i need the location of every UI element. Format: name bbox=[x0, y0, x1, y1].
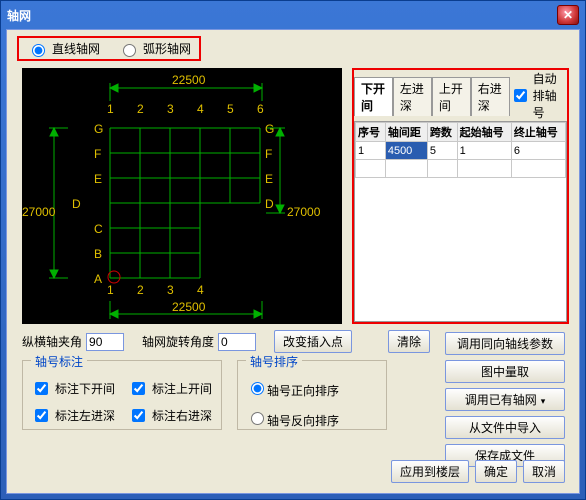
chk-left-depth[interactable]: 标注左进深 bbox=[31, 406, 116, 425]
input-rotate-angle[interactable] bbox=[218, 333, 256, 351]
radio-arc[interactable] bbox=[123, 44, 136, 57]
svg-text:D: D bbox=[265, 197, 274, 211]
svg-text:F: F bbox=[94, 147, 101, 161]
col-start: 起始轴号 bbox=[457, 123, 511, 142]
span-table-panel: 下开间 左进深 上开间 右进深 自动排轴号 序号 轴间距 跨数 起始轴号 终止轴… bbox=[352, 68, 569, 324]
svg-text:2: 2 bbox=[137, 283, 144, 297]
close-icon: ✕ bbox=[563, 8, 573, 22]
axis-sort-group: 轴号排序 轴号正向排序 轴号反向排序 bbox=[237, 360, 387, 430]
svg-text:27000: 27000 bbox=[22, 205, 56, 219]
radio-linear[interactable] bbox=[32, 44, 45, 57]
change-insert-point-button[interactable]: 改变插入点 bbox=[274, 330, 352, 353]
svg-text:22500: 22500 bbox=[172, 73, 206, 87]
clear-button[interactable]: 清除 bbox=[388, 330, 430, 353]
col-count: 跨数 bbox=[427, 123, 457, 142]
ok-button[interactable]: 确定 bbox=[475, 460, 517, 483]
label-rotate-angle: 轴网旋转角度 bbox=[142, 333, 214, 350]
label-arc: 弧形轴网 bbox=[143, 40, 191, 57]
btn-import-from-file[interactable]: 从文件中导入 bbox=[445, 416, 565, 439]
auto-number-checkbox[interactable]: 自动排轴号 bbox=[510, 70, 567, 121]
input-cross-angle[interactable] bbox=[86, 333, 124, 351]
svg-text:B: B bbox=[94, 247, 102, 261]
svg-text:E: E bbox=[94, 172, 102, 186]
label-linear: 直线轴网 bbox=[52, 40, 100, 57]
svg-text:A: A bbox=[94, 272, 102, 286]
svg-text:4: 4 bbox=[197, 102, 204, 116]
cancel-button[interactable]: 取消 bbox=[523, 460, 565, 483]
svg-text:4: 4 bbox=[197, 283, 204, 297]
svg-text:5: 5 bbox=[227, 102, 234, 116]
chk-lower-span[interactable]: 标注下开间 bbox=[31, 379, 116, 398]
btn-measure-from-drawing[interactable]: 图中量取 bbox=[445, 360, 565, 383]
chk-right-depth[interactable]: 标注右进深 bbox=[128, 406, 213, 425]
chevron-down-icon: ▾ bbox=[541, 396, 546, 406]
cell-end[interactable]: 6 bbox=[511, 142, 565, 160]
apply-to-floor-button[interactable]: 应用到楼层 bbox=[391, 460, 469, 483]
col-seq: 序号 bbox=[356, 123, 386, 142]
auto-number-input[interactable] bbox=[514, 89, 527, 102]
span-table[interactable]: 序号 轴间距 跨数 起始轴号 终止轴号 1 4500 5 1 6 bbox=[355, 122, 566, 178]
svg-text:D: D bbox=[72, 197, 81, 211]
cell-dist[interactable]: 4500 bbox=[385, 142, 427, 160]
grid-type-selector: 直线轴网 弧形轴网 bbox=[17, 36, 201, 61]
grid-type-arc[interactable]: 弧形轴网 bbox=[118, 40, 191, 57]
svg-text:6: 6 bbox=[257, 102, 264, 116]
col-end: 终止轴号 bbox=[511, 123, 565, 142]
svg-text:E: E bbox=[265, 172, 273, 186]
btn-reuse-same-dir-params[interactable]: 调用同向轴线参数 bbox=[445, 332, 565, 355]
grid-preview-canvas: 22500 22500 27000 27000 1 2 3 4 5 6 1 2 … bbox=[22, 68, 342, 324]
svg-text:3: 3 bbox=[167, 283, 174, 297]
tab-upper-span[interactable]: 上开间 bbox=[432, 77, 471, 116]
chk-upper-span[interactable]: 标注上开间 bbox=[128, 379, 213, 398]
svg-text:C: C bbox=[94, 222, 103, 236]
axis-annotation-group: 轴号标注 标注下开间 标注上开间 标注左进深 标注右进深 bbox=[22, 360, 222, 430]
cell-seq[interactable]: 1 bbox=[356, 142, 386, 160]
grid-type-linear[interactable]: 直线轴网 bbox=[27, 40, 100, 57]
titlebar: 轴网 ✕ bbox=[1, 1, 585, 29]
axis-annotation-legend: 轴号标注 bbox=[31, 353, 87, 370]
col-dist: 轴间距 bbox=[385, 123, 427, 142]
label-cross-angle: 纵横轴夹角 bbox=[22, 333, 82, 350]
radio-sort-reverse[interactable]: 轴号反向排序 bbox=[246, 409, 378, 429]
window-title: 轴网 bbox=[7, 7, 31, 24]
svg-text:3: 3 bbox=[167, 102, 174, 116]
svg-text:22500: 22500 bbox=[172, 300, 206, 314]
svg-text:1: 1 bbox=[107, 283, 114, 297]
radio-sort-forward[interactable]: 轴号正向排序 bbox=[246, 379, 378, 399]
btn-use-existing-grid[interactable]: 调用已有轴网▾ bbox=[445, 388, 565, 411]
auto-number-label: 自动排轴号 bbox=[533, 70, 567, 121]
table-row[interactable]: 1 4500 5 1 6 bbox=[356, 142, 566, 160]
cell-start[interactable]: 1 bbox=[457, 142, 511, 160]
axis-sort-legend: 轴号排序 bbox=[246, 353, 302, 370]
table-row[interactable] bbox=[356, 160, 566, 178]
cell-count[interactable]: 5 bbox=[427, 142, 457, 160]
svg-text:27000: 27000 bbox=[287, 205, 321, 219]
svg-text:G: G bbox=[265, 122, 274, 136]
tab-left-depth[interactable]: 左进深 bbox=[393, 77, 432, 116]
svg-text:G: G bbox=[94, 122, 103, 136]
tab-right-depth[interactable]: 右进深 bbox=[471, 77, 510, 116]
svg-text:1: 1 bbox=[107, 102, 114, 116]
svg-text:F: F bbox=[265, 147, 272, 161]
svg-text:2: 2 bbox=[137, 102, 144, 116]
tab-lower-span[interactable]: 下开间 bbox=[354, 77, 393, 116]
close-button[interactable]: ✕ bbox=[557, 5, 579, 25]
